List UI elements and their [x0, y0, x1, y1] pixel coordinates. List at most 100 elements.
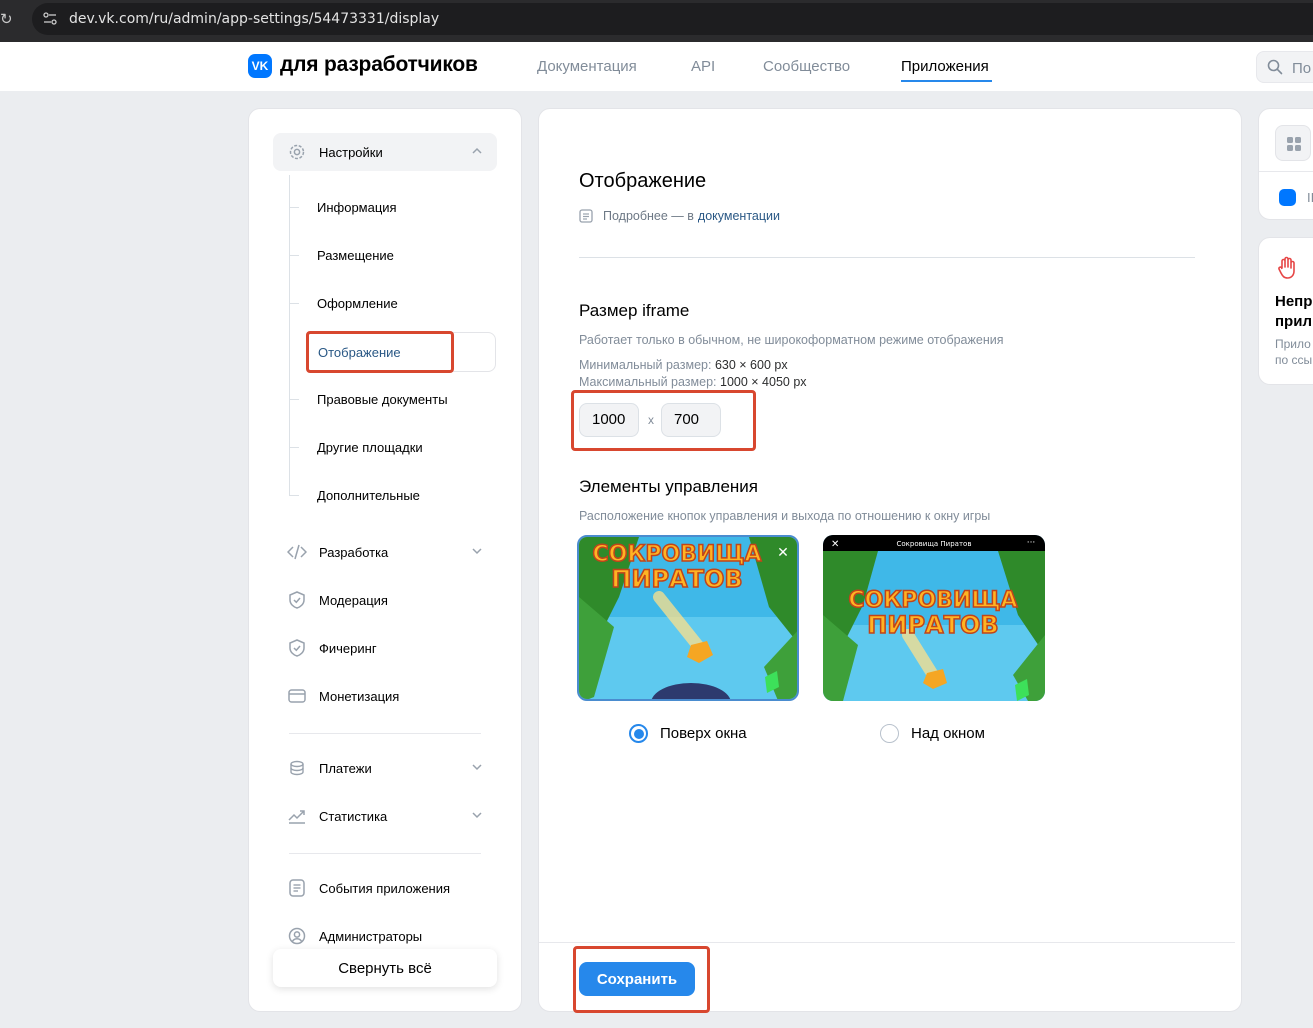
max-size-value: 1000 × 4050 px	[720, 375, 807, 389]
info-card-title: Непр прил	[1275, 292, 1312, 332]
sidebar-item-label: Администраторы	[319, 928, 423, 944]
controls-note: Расположение кнопок управления и выхода …	[579, 509, 991, 523]
code-icon	[287, 542, 307, 562]
collapse-all-button[interactable]: Свернуть всё	[273, 949, 497, 987]
game-preview-image: СОКРОВИЩА ПИРАТОВ ✕ Сокровища Пиратов ··…	[823, 535, 1045, 701]
widget-divider	[1259, 171, 1313, 172]
tree-tick	[289, 255, 299, 256]
radio-unchecked-icon[interactable]	[880, 724, 899, 743]
search-icon	[1267, 59, 1283, 75]
sidebar-subitem-legal[interactable]: Правовые документы	[306, 379, 496, 419]
nav-api[interactable]: API	[691, 58, 715, 75]
chevron-down-icon	[472, 764, 482, 771]
preview-above[interactable]: СОКРОВИЩА ПИРАТОВ ✕ Сокровища Пиратов ··…	[823, 535, 1045, 701]
sidebar-item-label: Настройки	[319, 144, 383, 160]
sidebar-item-label: Разработка	[319, 544, 389, 560]
right-info-card: Непр прил Прило по ссы	[1258, 237, 1313, 385]
sidebar-divider	[289, 853, 481, 854]
hand-stop-icon	[1278, 256, 1295, 279]
sidebar-item-label: Модерация	[319, 592, 388, 608]
preview-window-title: Сокровища Пиратов	[897, 540, 972, 548]
game-logo-line1: СОКРОВИЩА	[848, 588, 1017, 613]
reload-icon[interactable]: ↻	[0, 10, 13, 28]
sidebar-subitem-info[interactable]: Информация	[306, 187, 496, 227]
sidebar-item-moderation[interactable]: Модерация	[273, 581, 497, 619]
browser-toolbar: ↻ dev.vk.com/ru/admin/app-settings/54473…	[0, 0, 1313, 42]
docs-hint-text: Подробнее — в	[603, 209, 694, 223]
footer-divider	[539, 942, 1235, 943]
sidebar-item-featuring[interactable]: Фичеринг	[273, 629, 497, 667]
docs-link[interactable]: документации	[698, 209, 780, 223]
section-divider	[579, 257, 1195, 258]
address-bar[interactable]: dev.vk.com/ru/admin/app-settings/5447333…	[32, 3, 1313, 35]
sidebar-item-label: Фичеринг	[319, 640, 377, 656]
sidebar-item-monetization[interactable]: Монетизация	[273, 677, 497, 715]
sidebar-divider	[289, 733, 481, 734]
iframe-min-size: Минимальный размер: 630 × 600 px	[579, 358, 788, 372]
display-settings-card: Отображение Подробнее — в документации Р…	[538, 108, 1242, 1012]
radio-overlay-option[interactable]: Поверх окна	[629, 724, 747, 743]
sidebar-item-payments[interactable]: Платежи	[273, 749, 497, 787]
site-settings-icon[interactable]	[42, 11, 58, 27]
sidebar-item-app-events[interactable]: События приложения	[273, 869, 497, 907]
highlight-size-inputs	[571, 390, 756, 451]
apps-grid-button[interactable]	[1275, 125, 1311, 161]
card-icon	[287, 686, 307, 706]
site-header: VK для разработчиков Документация API Со…	[0, 42, 1313, 91]
tree-tick	[289, 303, 299, 304]
nav-community[interactable]: Сообщество	[763, 58, 850, 75]
sidebar-item-settings[interactable]: Настройки	[273, 133, 497, 171]
url-text[interactable]: dev.vk.com/ru/admin/app-settings/5447333…	[69, 11, 439, 27]
sidebar-item-label: Статистика	[319, 808, 388, 824]
max-size-label: Максимальный размер:	[579, 375, 717, 389]
sidebar-item-development[interactable]: Разработка	[273, 533, 497, 571]
settings-sidebar: Настройки Информация Размещение Оформлен…	[248, 108, 522, 1012]
info-card-title-line: Непр	[1275, 293, 1313, 310]
sidebar-item-statistics[interactable]: Статистика	[273, 797, 497, 835]
docs-hint: Подробнее — в документации	[579, 209, 780, 223]
more-icon: ···	[1027, 538, 1036, 548]
game-logo-line2: ПИРАТОВ	[611, 565, 742, 593]
tree-tick	[289, 447, 299, 448]
document-icon	[579, 209, 593, 223]
sidebar-subitem-design[interactable]: Оформление	[306, 283, 496, 323]
iframe-size-title: Размер iframe	[579, 301, 690, 320]
game-preview-image: СОКРОВИЩА ПИРАТОВ ✕	[579, 537, 797, 699]
game-logo-line1: СОКРОВИЩА	[592, 542, 761, 567]
chevron-down-icon	[472, 548, 482, 555]
nav-apps[interactable]: Приложения	[901, 58, 989, 75]
sidebar-subitem-platforms[interactable]: Другие площадки	[306, 427, 496, 467]
gear-icon	[287, 142, 307, 162]
sidebar-item-label: События приложения	[319, 880, 451, 896]
radio-above-option[interactable]: Над окном	[880, 724, 985, 743]
brand-title[interactable]: для разработчиков	[280, 53, 478, 77]
coins-icon	[287, 758, 307, 778]
radio-checked-icon[interactable]	[629, 724, 648, 743]
radio-label: Над окном	[911, 725, 985, 742]
document-icon	[287, 878, 307, 898]
highlight-save-button	[573, 946, 710, 1013]
highlight-display-tab	[306, 331, 454, 373]
widget-text: II	[1307, 190, 1313, 205]
search-input[interactable]: По	[1256, 51, 1313, 83]
controls-title: Элементы управления	[579, 477, 759, 496]
search-placeholder: По	[1292, 60, 1312, 77]
chevron-up-icon	[472, 147, 482, 154]
sidebar-subitem-additional[interactable]: Дополнительные	[306, 475, 496, 515]
shield-check-icon	[287, 638, 307, 658]
nav-active-indicator	[901, 80, 992, 82]
vk-logo-icon[interactable]: VK	[248, 54, 272, 78]
iframe-max-size: Максимальный размер: 1000 × 4050 px	[579, 375, 807, 389]
tree-tick	[289, 495, 299, 496]
shield-check-icon	[287, 590, 307, 610]
page-title: Отображение	[579, 170, 707, 192]
tree-tick	[289, 207, 299, 208]
sidebar-subitem-placement[interactable]: Размещение	[306, 235, 496, 275]
info-card-text-line: по ссы	[1275, 353, 1313, 367]
preview-overlay[interactable]: СОКРОВИЩА ПИРАТОВ ✕	[577, 535, 799, 701]
radio-label: Поверх окна	[660, 725, 747, 742]
min-size-label: Минимальный размер:	[579, 358, 712, 372]
close-icon: ✕	[777, 545, 789, 561]
trend-icon	[287, 806, 307, 826]
nav-documentation[interactable]: Документация	[537, 58, 637, 75]
